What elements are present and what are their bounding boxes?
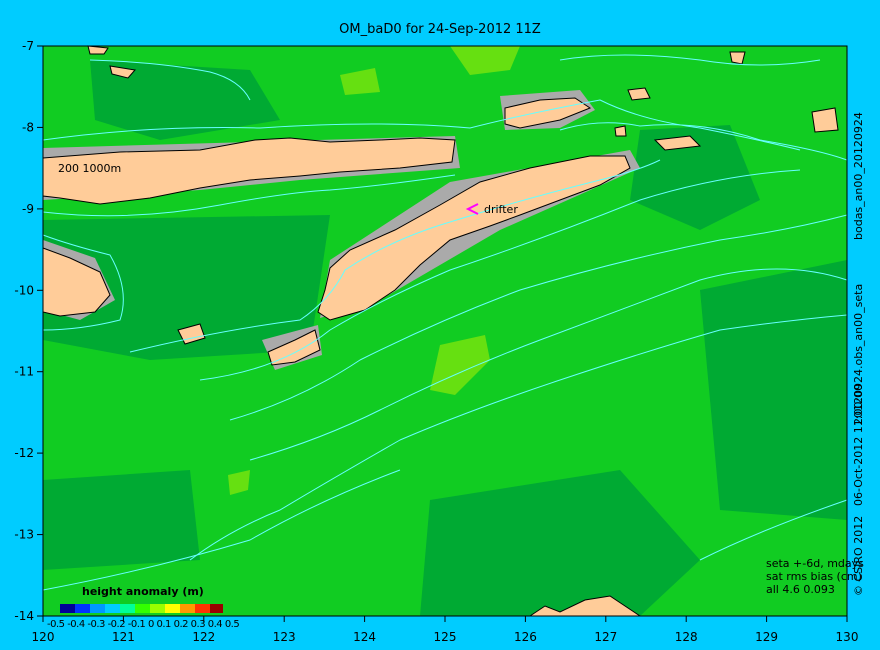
x-tick-label: 122 (192, 630, 215, 644)
x-tick-label: 123 (273, 630, 296, 644)
y-tick-label: -12 (14, 446, 34, 460)
colorbar-ticks: -0.5 -0.4 -0.3 -0.2 -0.1 0 0.1 0.2 0.3 0… (47, 619, 240, 630)
x-tick-label: 129 (755, 630, 778, 644)
x-tick-label: 125 (434, 630, 457, 644)
y-tick-label: -11 (14, 365, 34, 379)
side-text-file: bodas_an00_20120924 (852, 112, 865, 240)
stats-line: seta +-6d, mdays (766, 557, 864, 570)
x-tick-label: 127 (594, 630, 617, 644)
side-text-date: 06-Oct-2012 11:00:00 (852, 383, 865, 506)
side-text-copyright: © CSIRO 2012 (852, 515, 865, 596)
colorbar (60, 604, 223, 613)
y-tick-label: -13 (14, 528, 34, 542)
height-anomaly-map: 120 121 122 123 124 125 126 127 128 129 … (14, 39, 859, 644)
x-tick-labels: 120 121 122 123 124 125 126 127 128 129 … (32, 630, 859, 644)
stats-line: all 4.6 0.093 (766, 583, 835, 596)
stats-box: seta +-6d, mdays sat rms bias (cm) all 4… (766, 557, 864, 596)
x-tick-label: 124 (353, 630, 376, 644)
x-tick-label: 120 (32, 630, 55, 644)
stats-line: sat rms bias (cm) (766, 570, 862, 583)
x-tick-label: 130 (836, 630, 859, 644)
contour-label: 200 1000m (58, 162, 122, 175)
drifter-label: drifter (484, 203, 518, 216)
y-tick-labels: -7 -8 -9 -10 -11 -12 -13 -14 (14, 39, 34, 623)
colorbar-title: height anomaly (m) (82, 585, 204, 598)
x-tick-label: 126 (514, 630, 537, 644)
y-tick-label: -10 (14, 283, 34, 297)
x-tick-label: 128 (675, 630, 698, 644)
x-tick-label: 121 (112, 630, 135, 644)
y-tick-label: -8 (22, 120, 34, 134)
y-tick-label: -7 (22, 39, 34, 53)
y-tick-label: -14 (14, 609, 34, 623)
y-tick-label: -9 (22, 202, 34, 216)
